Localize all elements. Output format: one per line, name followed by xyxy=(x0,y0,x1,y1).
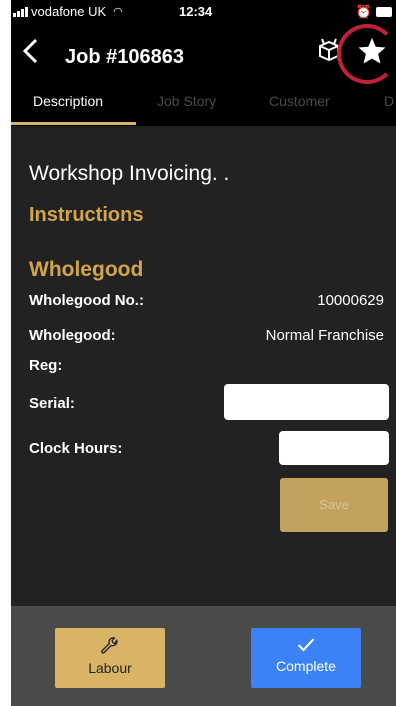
status-time: 12:34 xyxy=(179,4,213,19)
signal-icon xyxy=(13,6,28,17)
clock-hours-label: Clock Hours: xyxy=(29,440,123,457)
wifi-icon: ◠ xyxy=(113,6,123,18)
tab-job-story[interactable]: Job Story xyxy=(157,93,216,109)
tab-bar: Description Job Story Customer D xyxy=(11,84,396,126)
app-screen: vodafone UK ◠ 12:34 ⏰ Job #106863 Descri… xyxy=(11,0,396,706)
active-tab-indicator xyxy=(11,122,136,125)
highlight-ring xyxy=(337,24,396,84)
labour-button[interactable]: Labour xyxy=(55,628,165,688)
checkmark-icon xyxy=(297,638,315,652)
status-right: ⏰ xyxy=(356,4,392,20)
wrench-icon xyxy=(101,637,118,654)
wholegood-label: Wholegood: xyxy=(29,327,116,344)
favourite-button[interactable] xyxy=(337,22,396,84)
tab-d[interactable]: D xyxy=(384,93,394,109)
footer-bar: Labour Complete xyxy=(11,606,396,706)
serial-input[interactable] xyxy=(224,384,389,420)
serial-label: Serial: xyxy=(29,395,75,412)
wholegood-value: Normal Franchise xyxy=(265,327,384,344)
status-left: vodafone UK ◠ xyxy=(13,4,123,19)
tab-customer[interactable]: Customer xyxy=(269,93,330,109)
reg-label: Reg: xyxy=(29,357,63,374)
wholegood-no-value: 10000629 xyxy=(317,292,384,309)
status-bar: vodafone UK ◠ 12:34 ⏰ xyxy=(11,0,396,22)
wholegood-no-label: Wholegood No.: xyxy=(29,292,144,309)
alarm-icon: ⏰ xyxy=(355,4,372,19)
save-button[interactable]: Save xyxy=(280,478,388,532)
instructions-heading[interactable]: Instructions xyxy=(29,204,143,227)
work-order-title: Workshop Invoicing. . xyxy=(29,162,230,185)
page-title: Job #106863 xyxy=(65,46,184,68)
complete-label: Complete xyxy=(276,658,336,674)
chevron-left-icon[interactable] xyxy=(19,36,43,66)
tab-description[interactable]: Description xyxy=(33,93,103,109)
clock-hours-input[interactable] xyxy=(279,431,389,465)
nav-header: Job #106863 xyxy=(11,22,396,84)
wholegood-heading: Wholegood xyxy=(29,258,144,281)
complete-button[interactable]: Complete xyxy=(251,628,361,688)
battery-icon xyxy=(376,7,392,17)
carrier-label: vodafone UK xyxy=(31,4,107,19)
labour-label: Labour xyxy=(88,660,132,676)
description-panel: Workshop Invoicing. . Instructions Whole… xyxy=(11,126,396,606)
